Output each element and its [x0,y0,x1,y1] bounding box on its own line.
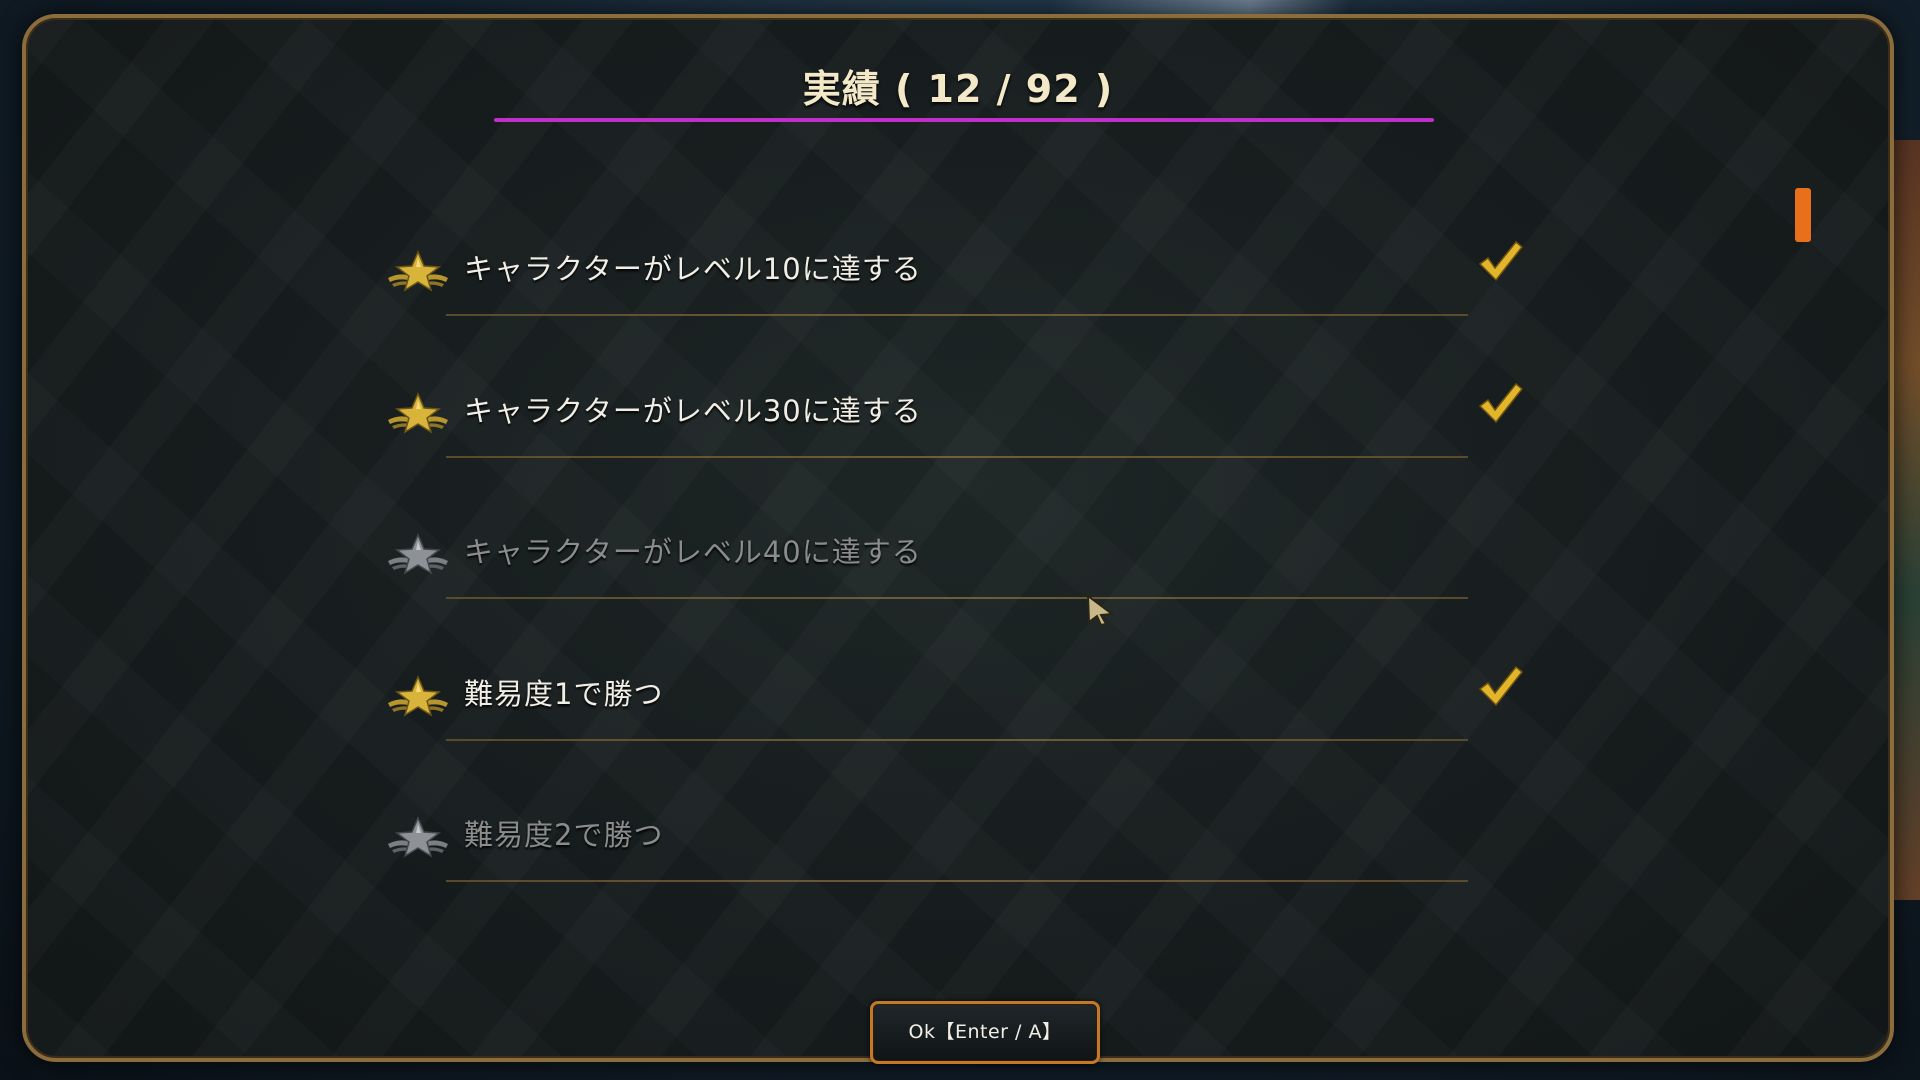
row-divider [446,880,1468,882]
achievement-label: キャラクターがレベル40に達する [464,535,922,569]
row-divider [446,314,1468,316]
title-underline [494,118,1434,122]
checkmark-icon [1478,240,1524,282]
achievement-row: キャラクターがレベル30に達する [386,352,1524,494]
achievements-dialog: 実績 ( 12 / 92 ) キャラクターがレベル10に達する キャラクターがレ… [22,14,1894,1064]
row-divider [446,739,1468,741]
ok-button[interactable]: Ok【Enter / A】 [870,1001,1100,1064]
row-divider [446,456,1468,458]
game-screen: 実績 ( 12 / 92 ) キャラクターがレベル10に達する キャラクターがレ… [0,0,1920,1080]
gold-winged-star-icon [388,392,448,434]
checkmark-icon [1478,382,1524,424]
gold-winged-star-icon [388,675,448,717]
achievement-row: 難易度2で勝つ [386,776,1521,918]
achievement-label: キャラクターがレベル10に達する [464,252,922,286]
achievement-label: 難易度1で勝つ [464,677,664,711]
row-divider [446,597,1468,599]
dialog-title: 実績 ( 12 / 92 ) [802,67,1114,111]
background-art-edge [1894,140,1920,900]
scrollbar-thumb[interactable] [1795,188,1811,242]
gold-winged-star-icon [388,250,448,292]
mouse-cursor-icon [1086,594,1115,626]
silver-winged-star-icon [388,816,448,858]
achievement-row: 難易度1で勝つ [386,635,1524,777]
achievement-label: キャラクターがレベル30に達する [464,394,922,428]
achievement-row: キャラクターがレベル10に達する [386,210,1524,352]
checkmark-icon [1478,665,1524,707]
achievement-row: キャラクターがレベル40に達する [386,493,1521,635]
achievement-label: 難易度2で勝つ [464,818,664,852]
silver-winged-star-icon [388,533,448,575]
